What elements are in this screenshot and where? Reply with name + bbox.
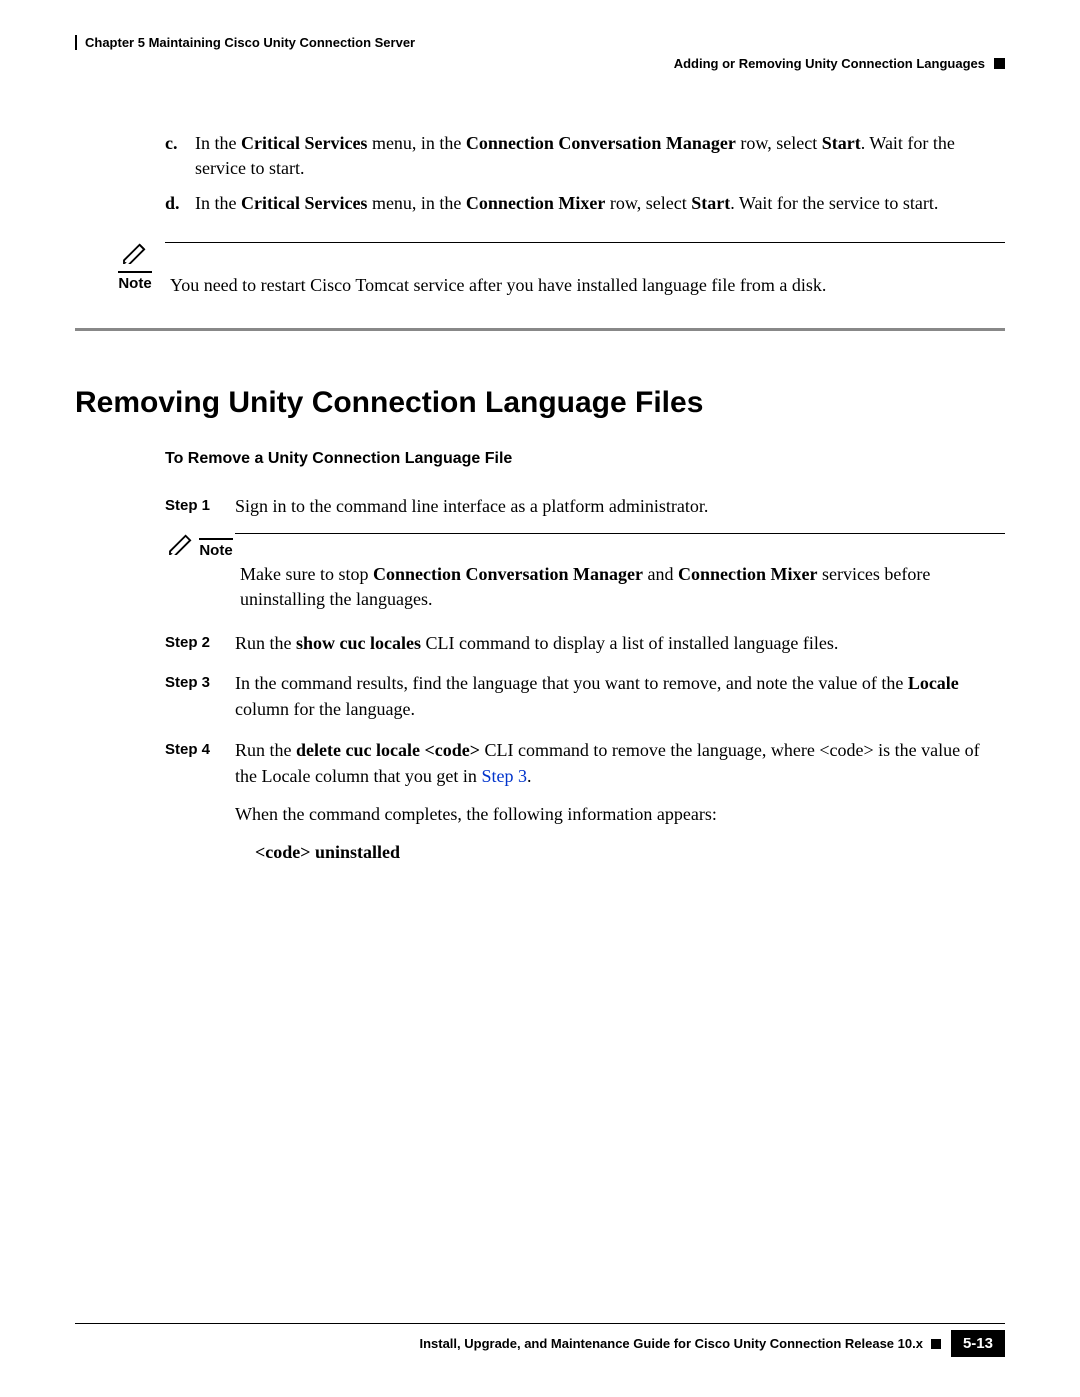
note-block: Note You need to restart Cisco Tomcat se… — [105, 242, 1005, 298]
step-label: Step 4 — [165, 737, 235, 865]
text: and — [643, 564, 678, 584]
text-bold: Connection Conversation Manager — [373, 564, 643, 584]
note-block-steps: Note Make sure to stop Connection Conver… — [165, 533, 1005, 612]
page-footer: Install, Upgrade, and Maintenance Guide … — [75, 1323, 1005, 1357]
text: row, select — [605, 193, 691, 213]
text-bold: Critical Services — [241, 133, 367, 153]
step-2: Step 2 Run the show cuc locales CLI comm… — [235, 630, 1005, 656]
item-letter-d: d. — [165, 191, 195, 216]
step-text: Sign in to the command line interface as… — [235, 493, 1005, 519]
list-item-d: d. In the Critical Services menu, in the… — [165, 191, 1005, 216]
step-1: Step 1 Sign in to the command line inter… — [235, 493, 1005, 519]
note-label: Note — [199, 538, 232, 559]
text: menu, in the — [367, 193, 465, 213]
text: . Wait for the service to start. — [730, 193, 938, 213]
text-bold: delete cuc locale <code> — [296, 740, 480, 760]
step-3: Step 3 In the command results, find the … — [235, 670, 1005, 722]
section-heading: Removing Unity Connection Language Files — [75, 386, 1005, 420]
text: column for the language. — [235, 699, 415, 719]
running-header-section: Adding or Removing Unity Connection Lang… — [75, 56, 1005, 71]
text: Run the — [235, 633, 296, 653]
text: . — [527, 766, 532, 786]
text: row, select — [736, 133, 822, 153]
text-bold: Critical Services — [241, 193, 367, 213]
footer-title: Install, Upgrade, and Maintenance Guide … — [75, 1336, 941, 1351]
pencil-icon — [121, 242, 149, 264]
text-bold: Start — [822, 133, 861, 153]
text: CLI command to display a list of install… — [421, 633, 838, 653]
step-4: Step 4 Run the delete cuc locale <code> … — [235, 737, 1005, 865]
text: Run the — [235, 740, 296, 760]
step-label: Step 3 — [165, 670, 235, 722]
list-item-c: c. In the Critical Services menu, in the… — [165, 131, 1005, 181]
text-bold: <code> uninstalled — [255, 842, 400, 862]
text-bold: Connection Mixer — [466, 193, 605, 213]
step-label: Step 1 — [165, 493, 235, 519]
procedure-heading: To Remove a Unity Connection Language Fi… — [165, 450, 1005, 468]
text: In the command results, find the languag… — [235, 673, 908, 693]
step3-link[interactable]: Step 3 — [481, 766, 527, 786]
page-number-badge: 5-13 — [951, 1330, 1005, 1357]
text-bold: Start — [691, 193, 730, 213]
running-header-chapter: Chapter 5 Maintaining Cisco Unity Connec… — [75, 35, 1005, 50]
text: Make sure to stop — [240, 564, 373, 584]
text-bold: show cuc locales — [296, 633, 421, 653]
text: In the — [195, 193, 241, 213]
text: In the — [195, 133, 241, 153]
text: menu, in the — [367, 133, 465, 153]
item-letter-c: c. — [165, 131, 195, 181]
text-bold: Locale — [908, 673, 959, 693]
pencil-icon — [167, 533, 195, 555]
note-text: Make sure to stop Connection Conversatio… — [235, 533, 1005, 612]
text-bold: Connection Mixer — [678, 564, 817, 584]
section-divider — [75, 328, 1005, 331]
text-bold: Connection Conversation Manager — [466, 133, 736, 153]
text: When the command completes, the followin… — [235, 801, 1005, 827]
note-label: Note — [118, 271, 151, 292]
step-label: Step 2 — [165, 630, 235, 656]
note-text: You need to restart Cisco Tomcat service… — [165, 242, 1005, 298]
